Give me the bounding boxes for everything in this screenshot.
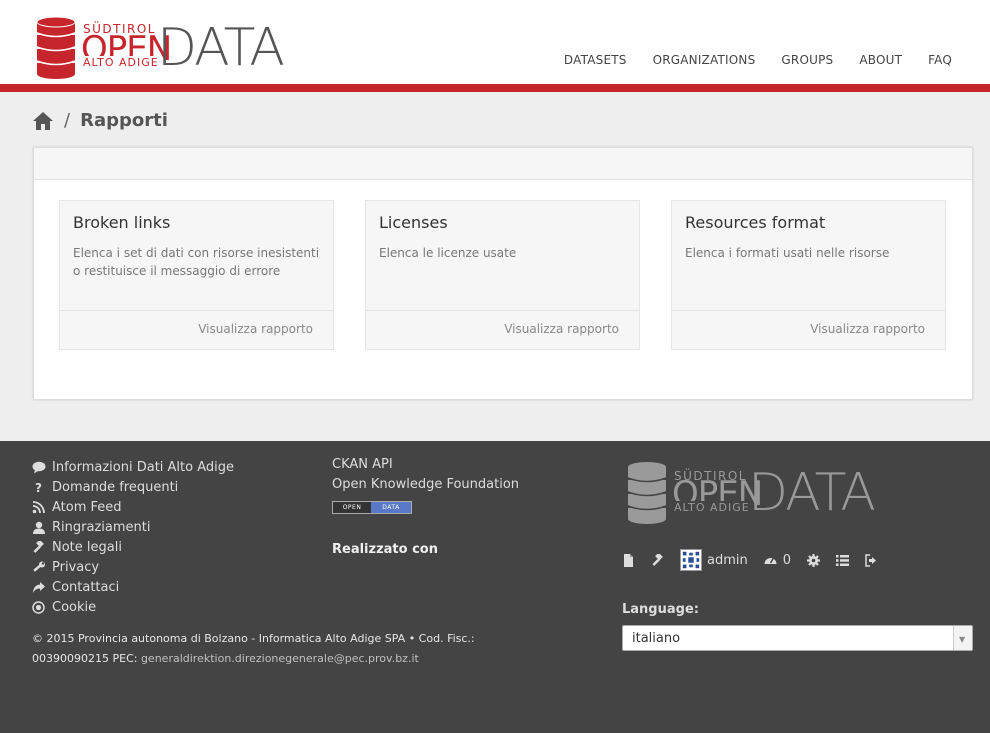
- report-description: Elenca le licenze usate: [379, 246, 517, 260]
- language-label: Language:: [622, 602, 699, 617]
- username: admin: [707, 552, 748, 568]
- home-icon[interactable]: [32, 111, 54, 131]
- report-card-footer: Visualizza rapporto: [366, 310, 639, 349]
- report-title[interactable]: Resources format: [685, 213, 825, 232]
- pec-email-link[interactable]: generaldirektion.direzionegenerale@pec.p…: [141, 652, 419, 665]
- ckan-api-link[interactable]: CKAN API: [332, 457, 519, 477]
- footer-link-label: Ringraziamenti: [52, 519, 151, 535]
- share-icon: [33, 581, 45, 593]
- footer-logo: SÜDTIROL OPEN ALTO ADIGE DATA: [626, 461, 876, 525]
- report-title[interactable]: Broken links: [73, 213, 170, 232]
- report-description: Elenca i formati usati nelle risorse: [685, 246, 890, 260]
- database-logo-icon: [36, 16, 76, 79]
- file-icon[interactable]: [622, 553, 635, 567]
- footer-links: Informazioni Dati Alto Adige ? Domande f…: [32, 457, 234, 617]
- footer-link-cookie[interactable]: Cookie: [32, 597, 234, 617]
- report-card-resources-format: Resources format Elenca i formati usati …: [671, 200, 946, 350]
- site-footer: Informazioni Dati Alto Adige ? Domande f…: [0, 441, 990, 733]
- logo-text-alto-adige: ALTO ADIGE: [674, 501, 752, 514]
- rss-icon: [32, 500, 45, 513]
- panel-header: [34, 148, 972, 180]
- badge-right-text: DATA: [371, 502, 411, 513]
- nav-faq[interactable]: FAQ: [928, 53, 952, 67]
- badge-left-text: OPEN: [333, 502, 371, 513]
- nav-organizations[interactable]: ORGANIZATIONS: [653, 53, 756, 67]
- main-nav: DATASETS ORGANIZATIONS GROUPS ABOUT FAQ: [564, 53, 952, 67]
- gavel-icon: [33, 540, 44, 553]
- footer-link-legal[interactable]: Note legali: [32, 537, 234, 557]
- dashboard-icon: [764, 557, 777, 564]
- report-card-footer: Visualizza rapporto: [672, 310, 945, 349]
- breadcrumb: / Rapporti: [32, 110, 168, 131]
- report-card-footer: Visualizza rapporto: [60, 310, 333, 349]
- footer-link-label: Contattaci: [52, 579, 120, 595]
- footer-link-label: Note legali: [52, 539, 122, 555]
- footer-link-label: Cookie: [52, 599, 97, 615]
- main-content: / Rapporti Broken links Elenca i set di …: [0, 92, 990, 441]
- count-value: 0: [782, 552, 792, 568]
- made-with-label: Realizzato con: [332, 542, 438, 557]
- report-description: Elenca i set di dati con risorse inesist…: [73, 246, 320, 278]
- nav-groups[interactable]: GROUPS: [781, 53, 833, 67]
- view-report-link[interactable]: Visualizza rapporto: [504, 322, 619, 336]
- logo-text-alto-adige: ALTO ADIGE: [83, 56, 161, 69]
- breadcrumb-current[interactable]: Rapporti: [80, 110, 168, 131]
- footer-col-2: CKAN API Open Knowledge Foundation: [332, 457, 519, 497]
- open-data-badge[interactable]: OPEN DATA: [332, 501, 412, 514]
- footer-link-info[interactable]: Informazioni Dati Alto Adige: [32, 457, 234, 477]
- wrench-icon: [33, 561, 45, 572]
- footer-link-thanks[interactable]: Ringraziamenti: [32, 517, 234, 537]
- site-logo[interactable]: SÜDTIROL OPEN ALTO ADIGE DATA: [35, 16, 285, 80]
- user-icon: [33, 521, 45, 534]
- language-selected: italiano: [632, 631, 681, 646]
- view-report-link[interactable]: Visualizza rapporto: [198, 322, 313, 336]
- footer-link-label: Atom Feed: [52, 499, 122, 515]
- chevron-down-icon[interactable]: ▼: [953, 626, 972, 650]
- footer-link-faq[interactable]: ? Domande frequenti: [32, 477, 234, 497]
- site-header: SÜDTIROL OPEN ALTO ADIGE DATA DATASETS O…: [0, 0, 990, 84]
- user-menu[interactable]: admin: [680, 549, 748, 571]
- account-toolbar: admin 0: [622, 549, 878, 571]
- header-accent-bar: [0, 84, 990, 92]
- footer-link-label: Informazioni Dati Alto Adige: [52, 459, 235, 475]
- language-select[interactable]: italiano ▼: [622, 625, 973, 651]
- okf-link[interactable]: Open Knowledge Foundation: [332, 477, 519, 497]
- avatar: [680, 549, 702, 571]
- report-title[interactable]: Licenses: [379, 213, 448, 232]
- logo-text-data: DATA: [157, 18, 285, 78]
- report-card-broken-links: Broken links Elenca i set di dati con ri…: [59, 200, 334, 350]
- report-card-licenses: Licenses Elenca le licenze usate Visuali…: [365, 200, 640, 350]
- breadcrumb-separator: /: [64, 110, 71, 131]
- footer-link-privacy[interactable]: Privacy: [32, 557, 234, 577]
- svg-text:?: ?: [35, 481, 42, 494]
- view-report-link[interactable]: Visualizza rapporto: [810, 322, 925, 336]
- target-icon: [32, 600, 45, 614]
- nav-about[interactable]: ABOUT: [859, 53, 902, 67]
- database-logo-icon: [627, 462, 667, 524]
- reports-panel: Broken links Elenca i set di dati con ri…: [33, 147, 973, 400]
- footer-link-label: Domande frequenti: [52, 479, 179, 495]
- copyright-text: © 2015 Provincia autonoma di Bolzano - I…: [32, 629, 532, 669]
- footer-link-contact[interactable]: Contattaci: [32, 577, 234, 597]
- logo-text-data: DATA: [748, 463, 876, 523]
- sign-out-icon[interactable]: [865, 553, 878, 567]
- gear-icon[interactable]: [807, 553, 821, 567]
- question-icon: ?: [35, 481, 42, 494]
- gavel-icon[interactable]: [651, 553, 664, 567]
- list-icon[interactable]: [836, 554, 850, 567]
- activity-count[interactable]: 0: [764, 553, 791, 568]
- nav-datasets[interactable]: DATASETS: [564, 53, 627, 67]
- footer-link-label: Privacy: [52, 559, 100, 575]
- footer-link-atom[interactable]: Atom Feed: [32, 497, 234, 517]
- comment-icon: [32, 461, 46, 473]
